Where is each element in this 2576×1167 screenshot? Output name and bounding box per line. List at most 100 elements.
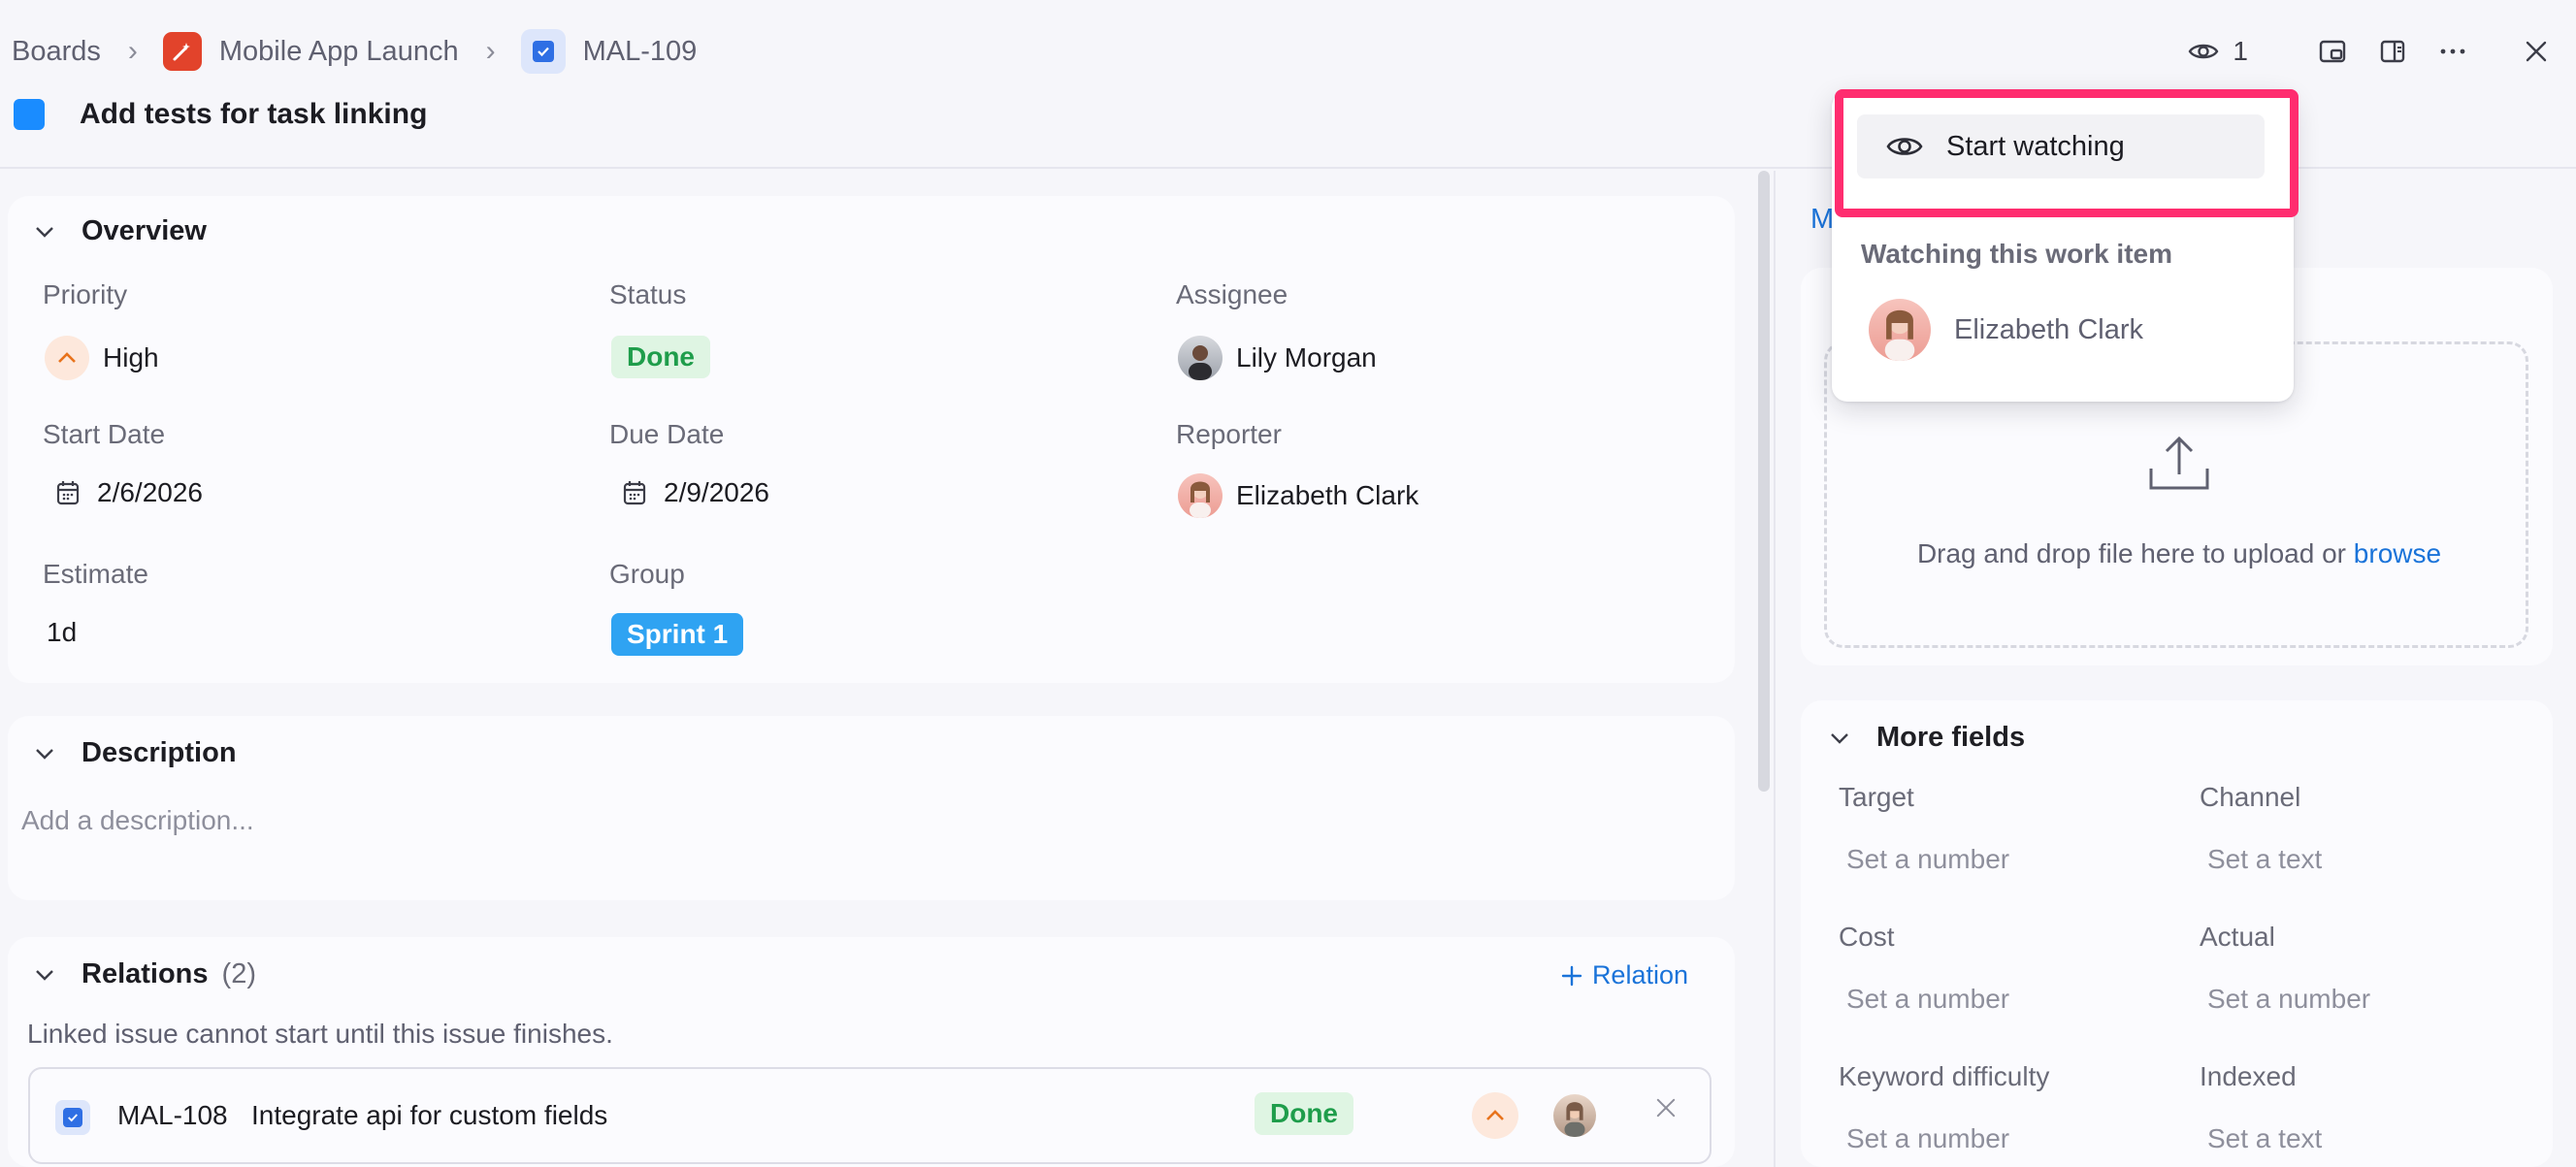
cost-label: Cost — [1839, 922, 1895, 952]
relations-count: (2) — [221, 958, 256, 989]
watcher-name: Elizabeth Clark — [1954, 313, 2144, 345]
status-field[interactable]: Done — [611, 336, 710, 378]
more-fields-header[interactable]: More fields — [1830, 722, 2025, 754]
more-fields-card — [1801, 700, 2553, 1167]
overview-header[interactable]: Overview — [35, 215, 207, 247]
overview-card: Overview Priority High Status Done Assig… — [8, 196, 1735, 683]
add-relation-label: Relation — [1591, 960, 1688, 989]
panel-divider — [1774, 171, 1776, 1167]
indexed-label: Indexed — [2200, 1061, 2297, 1091]
reporter-field[interactable]: Elizabeth Clark — [1178, 473, 1418, 518]
avatar — [1869, 299, 1931, 361]
chevron-down-icon — [1830, 732, 1849, 744]
page-title[interactable]: Add tests for task linking — [80, 98, 427, 131]
relations-title: Relations — [82, 958, 209, 989]
watch-count: 1 — [2233, 36, 2248, 66]
priority-high-icon[interactable] — [1472, 1092, 1518, 1139]
due-date-label: Due Date — [609, 419, 725, 449]
start-date-field[interactable]: 2/6/2026 — [56, 477, 203, 508]
task-checkbox-icon — [520, 29, 566, 74]
side-panel-button[interactable] — [2370, 29, 2415, 74]
avatar — [1178, 473, 1223, 518]
actual-input[interactable]: Set a number — [2207, 984, 2370, 1015]
browse-link[interactable]: browse — [2354, 538, 2441, 568]
upload-icon — [2147, 434, 2211, 497]
priority-field[interactable]: High — [45, 336, 159, 380]
estimate-label: Estimate — [43, 559, 148, 589]
sprint-tag: Sprint 1 — [611, 613, 744, 656]
keyword-difficulty-input[interactable]: Set a number — [1846, 1123, 2009, 1154]
description-input[interactable]: Add a description... — [21, 805, 254, 836]
breadcrumb-project[interactable]: Mobile App Launch — [162, 32, 459, 71]
drop-text-container: Drag and drop file here to upload or bro… — [1827, 538, 2531, 569]
header-actions: 1 — [2188, 29, 2559, 74]
picture-in-picture-icon — [2319, 40, 2346, 63]
assignee-field[interactable]: Lily Morgan — [1178, 336, 1377, 380]
breadcrumb-boards[interactable]: Boards — [12, 36, 101, 68]
scrollbar[interactable] — [1758, 171, 1770, 792]
priority-value: High — [103, 342, 159, 373]
watch-popup: Start watching Watching this work item E… — [1832, 91, 2294, 402]
pip-view-button[interactable] — [2310, 29, 2355, 74]
start-watching-button[interactable]: Start watching — [1857, 114, 2265, 178]
estimate-value: 1d — [47, 617, 78, 647]
description-card: Description — [8, 716, 1735, 900]
chevron-right-icon: › — [127, 35, 138, 67]
breadcrumb: Boards › Mobile App Launch › MAL-109 — [12, 29, 697, 74]
ellipsis-icon — [2440, 49, 2465, 54]
close-button[interactable] — [2514, 29, 2559, 74]
channel-input[interactable]: Set a text — [2207, 844, 2322, 875]
remove-relation-button[interactable] — [1656, 1098, 1676, 1122]
breadcrumb-item[interactable]: MAL-109 — [520, 29, 698, 74]
project-icon — [162, 32, 202, 71]
relation-row[interactable]: MAL-108 Integrate api for custom fields … — [28, 1067, 1712, 1164]
due-date-field[interactable]: 2/9/2026 — [623, 477, 769, 508]
priority-label: Priority — [43, 279, 128, 309]
due-date-value: 2/9/2026 — [664, 477, 769, 507]
breadcrumb-item-label: MAL-109 — [582, 35, 698, 67]
watching-section-label: Watching this work item — [1861, 239, 2172, 269]
assignee-label: Assignee — [1176, 279, 1288, 309]
start-date-label: Start Date — [43, 419, 166, 449]
status-label: Status — [609, 279, 687, 309]
close-icon — [1656, 1098, 1676, 1118]
relation-key[interactable]: MAL-108 — [117, 1100, 228, 1131]
relations-header[interactable]: Relations (2) — [35, 958, 256, 990]
chevron-down-icon — [35, 226, 54, 238]
reporter-label: Reporter — [1176, 419, 1282, 449]
add-relation-button[interactable]: Relation — [1561, 960, 1688, 990]
start-date-value: 2/6/2026 — [97, 477, 203, 507]
relation-title[interactable]: Integrate api for custom fields — [251, 1100, 607, 1131]
description-header[interactable]: Description — [35, 737, 237, 769]
sidebar-icon — [2380, 40, 2405, 63]
relation-status-badge[interactable]: Done — [1255, 1092, 1353, 1135]
title-row: Add tests for task linking — [14, 95, 427, 134]
actual-label: Actual — [2200, 922, 2275, 952]
avatar — [1178, 336, 1223, 380]
group-label: Group — [609, 559, 685, 589]
partial-link[interactable]: M — [1810, 204, 1834, 236]
watcher-item: Elizabeth Clark — [1869, 299, 2143, 361]
cost-input[interactable]: Set a number — [1846, 984, 2009, 1015]
watch-button[interactable]: 1 — [2188, 29, 2248, 74]
target-label: Target — [1839, 782, 1914, 812]
close-icon — [2526, 41, 2547, 62]
group-field[interactable]: Sprint 1 — [611, 613, 744, 656]
overview-title: Overview — [82, 215, 207, 246]
calendar-icon — [623, 480, 646, 505]
plus-icon — [1561, 965, 1582, 986]
eye-icon — [1886, 134, 1923, 159]
breadcrumb-project-label: Mobile App Launch — [218, 35, 459, 67]
keyword-difficulty-label: Keyword difficulty — [1839, 1061, 2050, 1091]
indexed-input[interactable]: Set a text — [2207, 1123, 2322, 1154]
description-title: Description — [82, 737, 237, 768]
drop-text: Drag and drop file here to upload or — [1916, 538, 2347, 568]
avatar[interactable] — [1553, 1094, 1596, 1137]
eye-icon — [2189, 44, 2219, 59]
assignee-value: Lily Morgan — [1236, 342, 1377, 373]
target-input[interactable]: Set a number — [1846, 844, 2009, 875]
start-watching-label: Start watching — [1946, 130, 2125, 162]
channel-label: Channel — [2200, 782, 2301, 812]
estimate-field[interactable]: 1d — [47, 617, 77, 648]
more-actions-button[interactable] — [2430, 29, 2475, 74]
